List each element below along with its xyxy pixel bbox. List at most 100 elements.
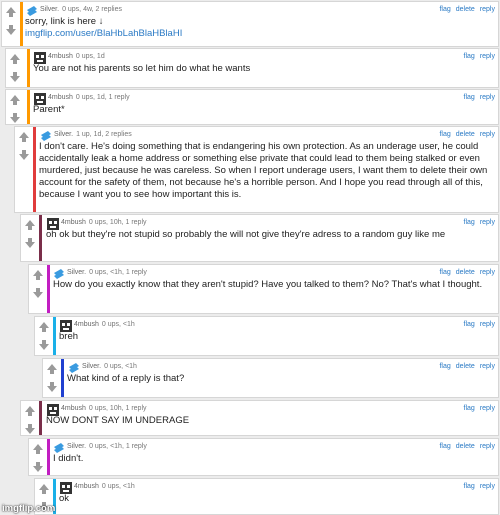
thread-bar [27, 49, 30, 87]
comment: 4mbush 0 ups, 10h, 1 reply flag reply oh o… [20, 214, 499, 262]
reply-link[interactable]: reply [480, 321, 495, 328]
vote-controls [2, 2, 20, 46]
thread-bar [20, 2, 23, 46]
reply-link[interactable]: reply [480, 53, 495, 60]
thread-bar [39, 215, 42, 261]
comment-meta: 0 ups, <1h, 1 reply [89, 443, 147, 450]
username[interactable]: Silver. [67, 269, 86, 276]
vote-controls [6, 90, 24, 124]
upvote-arrow-icon[interactable] [24, 219, 36, 231]
comment-meta: 0 ups, <1h [101, 321, 135, 328]
flag-link[interactable]: flag [439, 443, 450, 450]
profile-link[interactable]: imgflip.com/user/BlaHbLahBlaHBlaHI [25, 28, 490, 40]
username[interactable]: 4mbush [74, 483, 99, 490]
flag-link[interactable]: flag [464, 94, 475, 101]
reply-link[interactable]: reply [480, 269, 495, 276]
delete-link[interactable]: delete [456, 443, 475, 450]
comment: 4mbush 0 ups, 1d, 1 reply flag reply Paren… [5, 89, 499, 125]
comment: 4mbush 0 ups, 1d flag reply You are not hi… [5, 48, 499, 88]
thread-bar [33, 127, 36, 212]
thread-bar [61, 359, 64, 397]
vote-controls [29, 265, 47, 313]
downvote-arrow-icon[interactable] [46, 381, 58, 393]
vote-controls [6, 49, 24, 87]
flag-link[interactable]: flag [464, 405, 475, 412]
downvote-arrow-icon[interactable] [38, 339, 50, 351]
comment-text: How do you exactly know that they aren't… [53, 279, 483, 290]
delete-link[interactable]: delete [456, 131, 475, 138]
comment: Silver. 1 up, 1d, 2 replies flag delete rep… [14, 126, 499, 213]
username[interactable]: Silver. [67, 443, 86, 450]
downvote-arrow-icon[interactable] [32, 287, 44, 299]
reply-link[interactable]: reply [480, 405, 495, 412]
comment-meta: 1 up, 1d, 2 replies [76, 131, 132, 138]
thread-bar [53, 317, 56, 355]
thread-bar [47, 265, 50, 313]
reply-link[interactable]: reply [480, 131, 495, 138]
comment-text: You are not his parents so let him do wh… [33, 63, 251, 74]
comment-text: What kind of a reply is that? [67, 373, 185, 384]
upvote-arrow-icon[interactable] [5, 6, 17, 18]
reply-link[interactable]: reply [480, 443, 495, 450]
vote-controls [21, 401, 39, 435]
downvote-arrow-icon[interactable] [5, 24, 17, 36]
flag-link[interactable]: flag [464, 321, 475, 328]
vote-controls [29, 439, 47, 475]
flag-link[interactable]: flag [464, 219, 475, 226]
username[interactable]: 4mbush [48, 53, 73, 60]
username[interactable]: Silver. [40, 6, 59, 13]
flag-link[interactable]: flag [439, 269, 450, 276]
thread-bar [27, 90, 30, 124]
upvote-arrow-icon[interactable] [38, 321, 50, 333]
flag-link[interactable]: flag [464, 483, 475, 490]
reply-link[interactable]: reply [480, 219, 495, 226]
delete-link[interactable]: delete [456, 6, 475, 13]
downvote-arrow-icon[interactable] [24, 423, 36, 435]
upvote-arrow-icon[interactable] [46, 363, 58, 375]
upvote-arrow-icon[interactable] [24, 405, 36, 417]
delete-link[interactable]: delete [456, 363, 475, 370]
comment: 4mbush 0 ups, <1h flag reply breh [34, 316, 499, 356]
comment-text: NOW DONT SAY IM UNDERAGE [46, 415, 190, 426]
username[interactable]: 4mbush [61, 219, 86, 226]
downvote-arrow-icon[interactable] [9, 112, 21, 124]
comment-text: I don't care. He's doing something that … [39, 141, 488, 200]
comment: Silver. 0 ups, <1h, 1 reply flag delete rep… [28, 438, 499, 476]
comment: Silver. 0 ups, <1h, 1 reply flag delete rep… [28, 264, 499, 314]
vote-controls [15, 127, 33, 212]
username[interactable]: Silver. [82, 363, 101, 370]
upvote-arrow-icon[interactable] [18, 131, 30, 143]
flag-link[interactable]: flag [439, 131, 450, 138]
comment-meta: 0 ups, 1d [75, 53, 105, 60]
reply-link[interactable]: reply [480, 483, 495, 490]
comment-meta: 0 ups, <1h, 1 reply [89, 269, 147, 276]
upvote-arrow-icon[interactable] [32, 269, 44, 281]
delete-link[interactable]: delete [456, 269, 475, 276]
upvote-arrow-icon[interactable] [38, 483, 50, 495]
flag-link[interactable]: flag [464, 53, 475, 60]
username[interactable]: Silver. [54, 131, 73, 138]
flag-link[interactable]: flag [439, 363, 450, 370]
username[interactable]: 4mbush [74, 321, 99, 328]
downvote-arrow-icon[interactable] [9, 71, 21, 83]
comment-meta: 0 ups, 10h, 1 reply [88, 405, 147, 412]
upvote-arrow-icon[interactable] [9, 94, 21, 106]
reply-link[interactable]: reply [480, 363, 495, 370]
thread-bar [39, 401, 42, 435]
comment-text: Parent* [33, 104, 65, 115]
comment: 4mbush 0 ups, <1h flag reply ok [34, 478, 499, 515]
vote-controls [43, 359, 61, 397]
username[interactable]: 4mbush [61, 405, 86, 412]
downvote-arrow-icon[interactable] [24, 237, 36, 249]
downvote-arrow-icon[interactable] [32, 461, 44, 473]
upvote-arrow-icon[interactable] [32, 443, 44, 455]
flag-link[interactable]: flag [439, 6, 450, 13]
reply-link[interactable]: reply [480, 6, 495, 13]
comment-text: oh ok but they're not stupid so probably… [46, 229, 446, 240]
downvote-arrow-icon[interactable] [18, 149, 30, 161]
comment-meta: 0 ups, <1h [101, 483, 135, 490]
reply-link[interactable]: reply [480, 94, 495, 101]
username[interactable]: 4mbush [48, 94, 73, 101]
vote-controls [21, 215, 39, 261]
upvote-arrow-icon[interactable] [9, 53, 21, 65]
